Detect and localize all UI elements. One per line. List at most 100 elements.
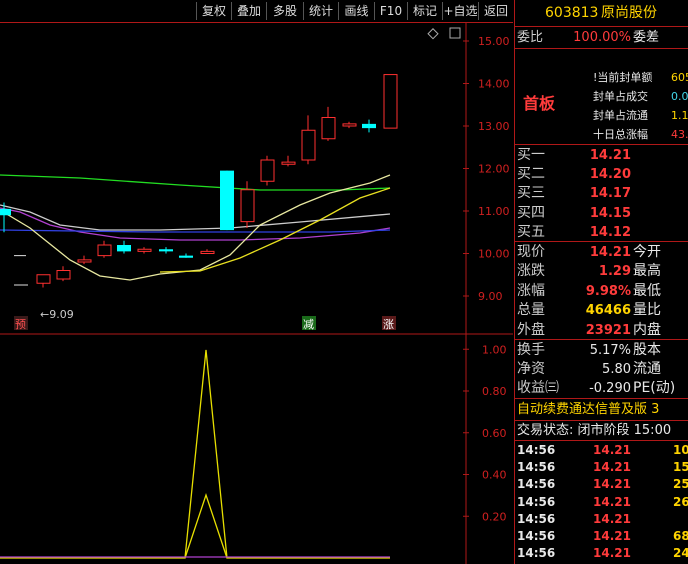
price-tick-label: 12.00 [478,163,510,176]
tick-time: 14:56 [517,529,556,543]
bid-row[interactable]: 买二 14.20 [515,165,688,184]
stat2-label: 净资 [517,361,545,377]
tick-volume: 25 [673,477,688,492]
bid-label: 买四 [517,204,545,221]
stat-label-2: 内盘 [633,321,661,338]
bid-label: 买一 [517,147,545,163]
fengdan-row: !当前封单额 605. [515,68,688,87]
tick-row: 14:56 14.21 68 [515,529,688,544]
candle-body [77,259,92,263]
marker-jian: 减 [303,318,314,331]
low-price-marker: ←9.09 [40,308,74,321]
stock-name: 原尚股份 [601,5,657,21]
stat2-label: 收益㈢ [517,380,559,396]
stat-label: 涨幅 [517,282,545,299]
toolbar-button-0[interactable]: 复权 [196,2,231,20]
bid-label: 买三 [517,185,545,202]
stat2-label-2: 流通 [633,361,661,377]
bid-label: 买五 [517,223,545,240]
tick-row: 14:56 14.21 15 [515,460,688,475]
toolbar-button-8[interactable]: 返回 [478,2,513,20]
stat2-label-2: PE(动) [633,380,676,396]
bid-label: 买二 [517,166,545,183]
toolbar-button-3[interactable]: 统计 [303,2,338,20]
bid-row[interactable]: 买五 14.12 [515,223,688,242]
trade-status: 交易状态: 闭市阶段 15:00 [517,423,672,438]
bid-price: 14.15 [589,205,631,221]
stat2-row: 净资 5.80 流通 [515,360,688,379]
candle-body [179,255,193,258]
tick-volume: 26 [673,494,688,509]
tick-row: 14:56 14.21 24 [515,546,688,561]
stat-value: 46466 [585,303,631,319]
kline-chart[interactable]: 15.00 14.00 13.00 12.00 11.00 10.00 9.00 1.00 0.… [0,23,513,564]
indicator-tick-label: 0.80 [482,385,507,398]
expand-icon [449,27,461,39]
fengdan-label: !当前封单额 [593,71,653,84]
fengdan-row: 封单占成交 0.09 [515,87,688,106]
tick-volume: 10 [673,443,688,457]
stat-value: 1.29 [598,264,631,280]
fengdan-row: 封单占流通 1.1 [515,106,688,125]
stat-label: 现价 [517,244,545,260]
tick-row: 14:56 14.21 26 [515,495,688,510]
bid-price: 14.17 [589,186,631,202]
stat-row: 总量 46466 量比 [515,301,688,320]
stat2-row: 收益㈢ -0.290 PE(动) [515,379,688,398]
weibi-label: 委比 [517,30,544,45]
stat-label: 外盘 [517,321,545,338]
stat2-value: -0.290 [589,381,631,396]
fengdan-row: 十日总涨幅 43.9 [515,125,688,144]
toolbar-button-6[interactable]: 标记 [407,2,442,20]
marker-yu: 预 [15,318,26,331]
marker-zhang: 涨 [383,318,394,331]
candle-body [97,244,112,257]
tick-price: 14.21 [593,460,631,475]
diamond-icon [427,28,439,40]
bid-row[interactable]: 买一 14.21 [515,146,688,165]
ma-blue [0,229,391,233]
stat-row: 涨幅 9.98% 最低 [515,282,688,301]
tick-time: 14:56 [517,460,556,475]
stat-label: 总量 [517,302,545,319]
tick-price: 14.21 [593,511,631,526]
tick-row: 14:56 14.21 [515,512,688,527]
bid-price: 14.20 [589,167,631,183]
fengdan-value: 0.09 [671,90,688,103]
price-tick-label: 13.00 [478,120,510,133]
candle-body [362,123,376,129]
tick-time: 14:56 [517,546,556,561]
price-tick-label: 11.00 [478,205,510,218]
bid-row[interactable]: 买四 14.15 [515,204,688,223]
tick-volume: 68 [673,529,688,543]
indicator-tick-label: 0.40 [482,469,507,482]
fengdan-label: 封单占流通 [593,109,648,122]
stat-label-2: 量比 [633,302,661,319]
toolbar-button-2[interactable]: 多股 [266,2,303,20]
bid-price: 14.21 [589,148,631,163]
stat-row: 涨跌 1.29 最高 [515,262,688,281]
toolbar-button-7[interactable]: +自选 [442,2,478,20]
weibi-row: 委比 100.00% 委差 [515,28,688,47]
stat-value: 9.98% [585,283,631,299]
fengdan-label: 封单占成交 [593,90,648,103]
tick-price: 14.21 [593,494,631,509]
toolbar-button-4[interactable]: 画线 [338,2,374,20]
tick-row: 14:56 14.21 25 [515,477,688,492]
stat2-label-2: 股本 [633,342,661,358]
stat-value: 14.21 [589,245,631,260]
toolbar-button-5[interactable]: F10 [374,2,407,20]
indicator-tick-label: 0.60 [482,427,507,440]
tick-volume: 24 [673,546,688,561]
stat2-label: 换手 [517,342,545,358]
candle-body [301,129,316,161]
bid-row[interactable]: 买三 14.17 [515,184,688,203]
stat-label: 涨跌 [517,263,545,280]
weibi-value: 100.00% [573,30,631,45]
candle-body [117,245,131,252]
stat-row: 外盘 23921 内盘 [515,321,688,340]
indicator-tick-label: 1.00 [482,343,507,356]
candle-body [383,74,398,129]
toolbar-button-1[interactable]: 叠加 [231,2,266,20]
ad-banner[interactable]: 自动续费通达信普及版 3 [517,400,688,419]
